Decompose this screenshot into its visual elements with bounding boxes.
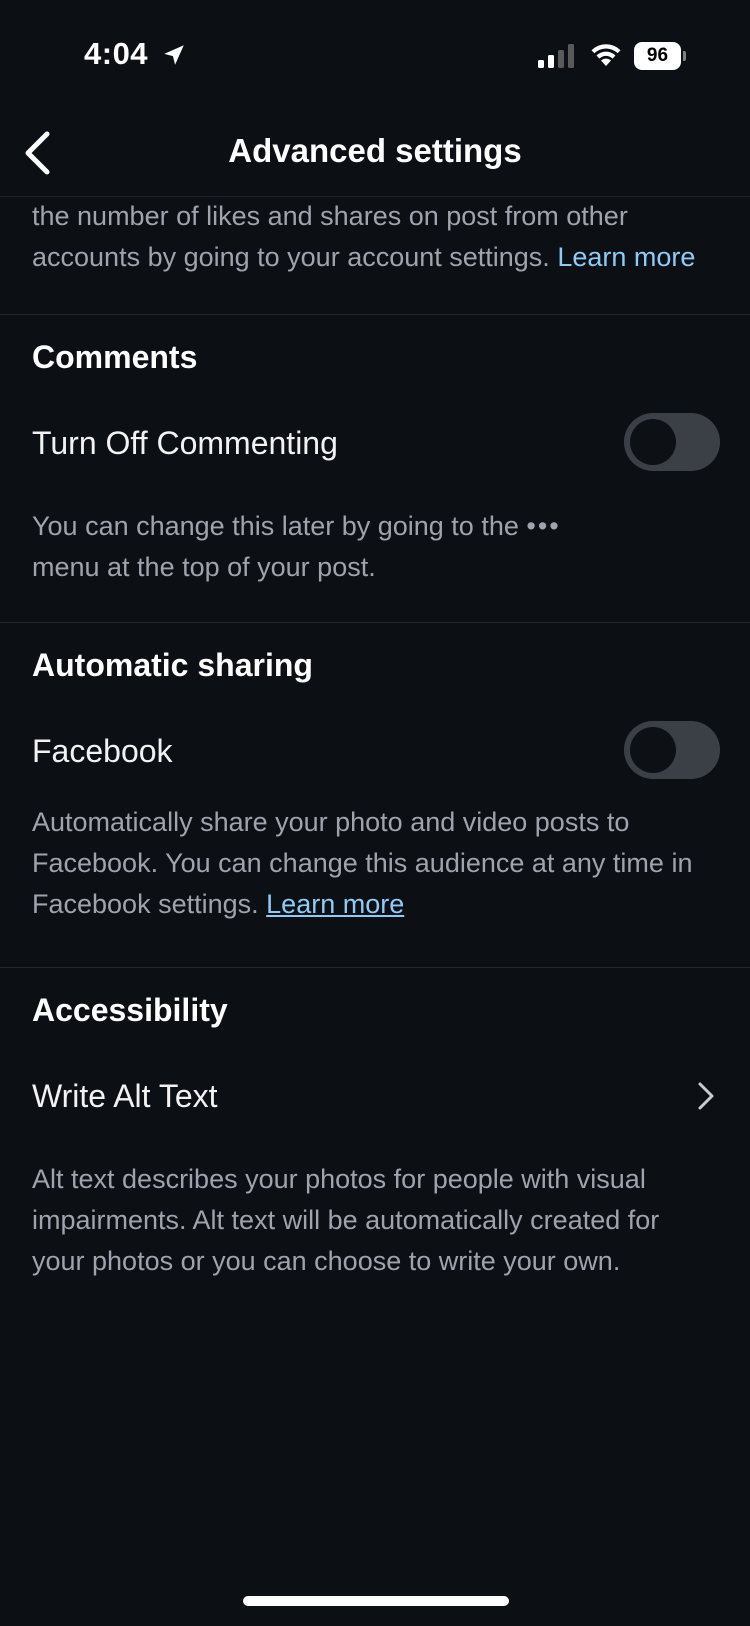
location-arrow-icon [164, 45, 184, 65]
learn-more-link-facebook[interactable]: Learn more [266, 889, 404, 919]
chevron-right-icon [698, 1082, 714, 1110]
comments-description-before: You can change this later by going to th… [32, 511, 519, 541]
comments-section-title: Comments [32, 339, 198, 375]
automatic-sharing-section-title: Automatic sharing [32, 647, 313, 683]
status-time: 4:04 [84, 36, 149, 71]
alt-text-description: Alt text describes your photos for peopl… [32, 1164, 660, 1276]
comments-description-after: menu at the top of your post. [32, 552, 376, 582]
settings-content: the number of likes and shares on post f… [0, 196, 750, 1282]
write-alt-text-row[interactable]: Write Alt Text [0, 1051, 750, 1141]
facebook-label: Facebook [32, 732, 173, 769]
likes-description-text: the number of likes and shares on post f… [32, 201, 628, 272]
page-title: Advanced settings [228, 132, 522, 169]
battery-indicator: 96 [634, 42, 686, 70]
wifi-icon [591, 44, 621, 66]
turn-off-commenting-label: Turn Off Commenting [32, 424, 338, 461]
more-options-icon: ••• [526, 511, 561, 541]
learn-more-link-likes[interactable]: Learn more [557, 242, 695, 272]
turn-off-commenting-row: Turn Off Commenting [0, 398, 750, 488]
cellular-signal-icon [538, 44, 574, 68]
likes-description: the number of likes and shares on post f… [0, 196, 750, 314]
toggle-knob [630, 727, 676, 773]
facebook-description: Automatically share your photo and video… [0, 796, 750, 967]
accessibility-section: Accessibility Write Alt Text Alt text de… [0, 968, 750, 1282]
facebook-row: Facebook [0, 706, 750, 796]
nav-header: Advanced settings [0, 110, 750, 197]
status-bar: 4:04 96 [0, 0, 750, 110]
accessibility-section-title: Accessibility [32, 992, 228, 1028]
battery-level: 96 [634, 42, 681, 70]
comments-description: You can change this later by going to th… [0, 488, 750, 622]
home-indicator[interactable] [243, 1596, 509, 1606]
automatic-sharing-section: Automatic sharing Facebook Automatically… [0, 623, 750, 967]
battery-tip [683, 51, 686, 61]
screen: 4:04 96 Advanced settings the number of … [0, 0, 750, 1626]
toggle-knob [630, 419, 676, 465]
turn-off-commenting-toggle[interactable] [624, 413, 720, 471]
write-alt-text-label: Write Alt Text [32, 1077, 218, 1114]
comments-section: Comments Turn Off Commenting You can cha… [0, 315, 750, 622]
facebook-toggle[interactable] [624, 721, 720, 779]
